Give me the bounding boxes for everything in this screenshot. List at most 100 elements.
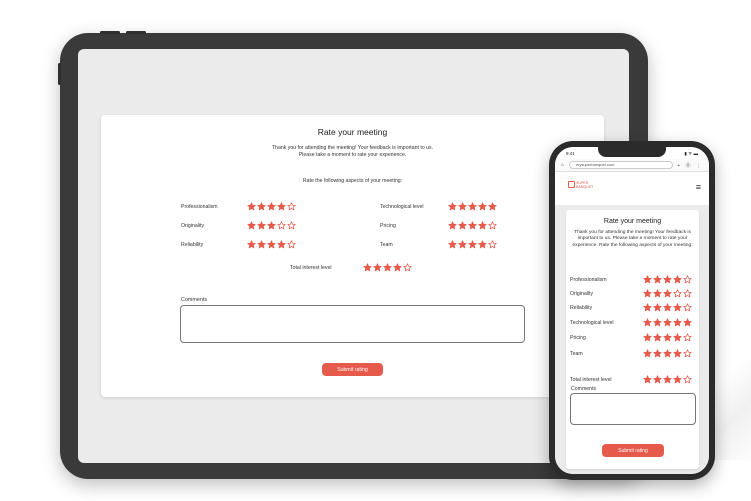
star-empty-icon[interactable] xyxy=(683,275,692,284)
star-filled-icon[interactable] xyxy=(673,318,682,327)
star-filled-icon[interactable] xyxy=(673,275,682,284)
rating-label-originality: Originality xyxy=(181,223,205,229)
star-rating-technological-level[interactable] xyxy=(448,202,497,211)
star-filled-icon[interactable] xyxy=(643,289,652,298)
star-empty-icon[interactable] xyxy=(683,289,692,298)
star-filled-icon[interactable] xyxy=(653,275,662,284)
star-filled-icon[interactable] xyxy=(383,263,392,272)
star-empty-icon[interactable] xyxy=(403,263,412,272)
star-filled-icon[interactable] xyxy=(277,240,286,249)
phone-star-rating-professionalism[interactable] xyxy=(643,275,692,284)
star-filled-icon[interactable] xyxy=(643,275,652,284)
phone-star-rating-technological-level[interactable] xyxy=(643,318,692,327)
phone-star-rating-pricing[interactable] xyxy=(643,333,692,342)
browser-actions-icon[interactable]: + ⓪ ⋮ xyxy=(677,162,703,169)
star-empty-icon[interactable] xyxy=(683,349,692,358)
star-filled-icon[interactable] xyxy=(448,202,457,211)
star-filled-icon[interactable] xyxy=(673,375,682,384)
phone-intro-text: Thank you for attending the meeting! You… xyxy=(572,230,693,248)
star-filled-icon[interactable] xyxy=(663,349,672,358)
star-filled-icon[interactable] xyxy=(363,263,372,272)
star-empty-icon[interactable] xyxy=(488,240,497,249)
star-filled-icon[interactable] xyxy=(683,318,692,327)
star-filled-icon[interactable] xyxy=(247,202,256,211)
star-filled-icon[interactable] xyxy=(653,375,662,384)
star-filled-icon[interactable] xyxy=(663,289,672,298)
star-filled-icon[interactable] xyxy=(663,375,672,384)
star-filled-icon[interactable] xyxy=(663,333,672,342)
star-rating-team[interactable] xyxy=(448,240,497,249)
phone-star-rating-reliability[interactable] xyxy=(643,303,692,312)
star-empty-icon[interactable] xyxy=(287,221,296,230)
star-filled-icon[interactable] xyxy=(257,221,266,230)
star-filled-icon[interactable] xyxy=(673,349,682,358)
url-field[interactable]: mysuperbanquet.com xyxy=(569,161,673,169)
star-filled-icon[interactable] xyxy=(673,303,682,312)
star-filled-icon[interactable] xyxy=(643,318,652,327)
rating-label-technological-level: Technological level xyxy=(380,204,424,210)
star-filled-icon[interactable] xyxy=(448,240,457,249)
phone-comments-textarea[interactable] xyxy=(570,393,696,425)
star-filled-icon[interactable] xyxy=(663,303,672,312)
star-empty-icon[interactable] xyxy=(488,221,497,230)
star-filled-icon[interactable] xyxy=(478,240,487,249)
star-filled-icon[interactable] xyxy=(458,221,467,230)
submit-rating-button[interactable]: Submit rating xyxy=(322,363,383,376)
star-filled-icon[interactable] xyxy=(267,240,276,249)
logo-icon xyxy=(568,181,575,188)
star-rating-professionalism[interactable] xyxy=(247,202,296,211)
site-header: SUPER BANQUET ≡ xyxy=(555,172,709,205)
star-empty-icon[interactable] xyxy=(277,221,286,230)
star-filled-icon[interactable] xyxy=(458,202,467,211)
home-icon[interactable]: ⌂ xyxy=(561,162,564,168)
phone-star-rating-total[interactable] xyxy=(643,375,692,384)
phone-submit-rating-button[interactable]: Submit rating xyxy=(602,444,664,457)
star-empty-icon[interactable] xyxy=(683,333,692,342)
star-filled-icon[interactable] xyxy=(373,263,382,272)
star-filled-icon[interactable] xyxy=(458,240,467,249)
star-filled-icon[interactable] xyxy=(653,333,662,342)
star-filled-icon[interactable] xyxy=(393,263,402,272)
star-filled-icon[interactable] xyxy=(653,303,662,312)
star-empty-icon[interactable] xyxy=(683,303,692,312)
star-filled-icon[interactable] xyxy=(267,221,276,230)
star-filled-icon[interactable] xyxy=(448,221,457,230)
star-filled-icon[interactable] xyxy=(468,221,477,230)
star-filled-icon[interactable] xyxy=(478,221,487,230)
hamburger-menu-icon[interactable]: ≡ xyxy=(696,183,701,192)
star-filled-icon[interactable] xyxy=(247,221,256,230)
star-filled-icon[interactable] xyxy=(643,333,652,342)
star-filled-icon[interactable] xyxy=(663,318,672,327)
star-filled-icon[interactable] xyxy=(643,303,652,312)
star-filled-icon[interactable] xyxy=(673,333,682,342)
star-filled-icon[interactable] xyxy=(663,275,672,284)
star-filled-icon[interactable] xyxy=(488,202,497,211)
star-empty-icon[interactable] xyxy=(287,202,296,211)
star-rating-reliability[interactable] xyxy=(247,240,296,249)
star-filled-icon[interactable] xyxy=(653,289,662,298)
star-filled-icon[interactable] xyxy=(257,202,266,211)
star-filled-icon[interactable] xyxy=(247,240,256,249)
star-filled-icon[interactable] xyxy=(277,202,286,211)
star-filled-icon[interactable] xyxy=(478,202,487,211)
star-filled-icon[interactable] xyxy=(257,240,266,249)
phone-device: 9:41 ▮ ᯤ ▬ ⌂ mysuperbanquet.com + ⓪ ⋮ SU… xyxy=(549,141,715,480)
star-filled-icon[interactable] xyxy=(653,318,662,327)
star-filled-icon[interactable] xyxy=(653,349,662,358)
star-filled-icon[interactable] xyxy=(643,375,652,384)
star-filled-icon[interactable] xyxy=(267,202,276,211)
star-filled-icon[interactable] xyxy=(468,240,477,249)
intro-line-1: Thank you for attending the meeting! You… xyxy=(271,145,434,151)
star-filled-icon[interactable] xyxy=(468,202,477,211)
star-rating-pricing[interactable] xyxy=(448,221,497,230)
star-rating-total[interactable] xyxy=(363,263,412,272)
star-empty-icon[interactable] xyxy=(673,289,682,298)
comments-textarea[interactable] xyxy=(180,305,525,343)
star-rating-originality[interactable] xyxy=(247,221,296,230)
star-filled-icon[interactable] xyxy=(643,349,652,358)
phone-star-rating-team[interactable] xyxy=(643,349,692,358)
rating-label-professionalism: Professionalism xyxy=(181,204,218,210)
star-empty-icon[interactable] xyxy=(683,375,692,384)
star-empty-icon[interactable] xyxy=(287,240,296,249)
phone-star-rating-originality[interactable] xyxy=(643,289,692,298)
